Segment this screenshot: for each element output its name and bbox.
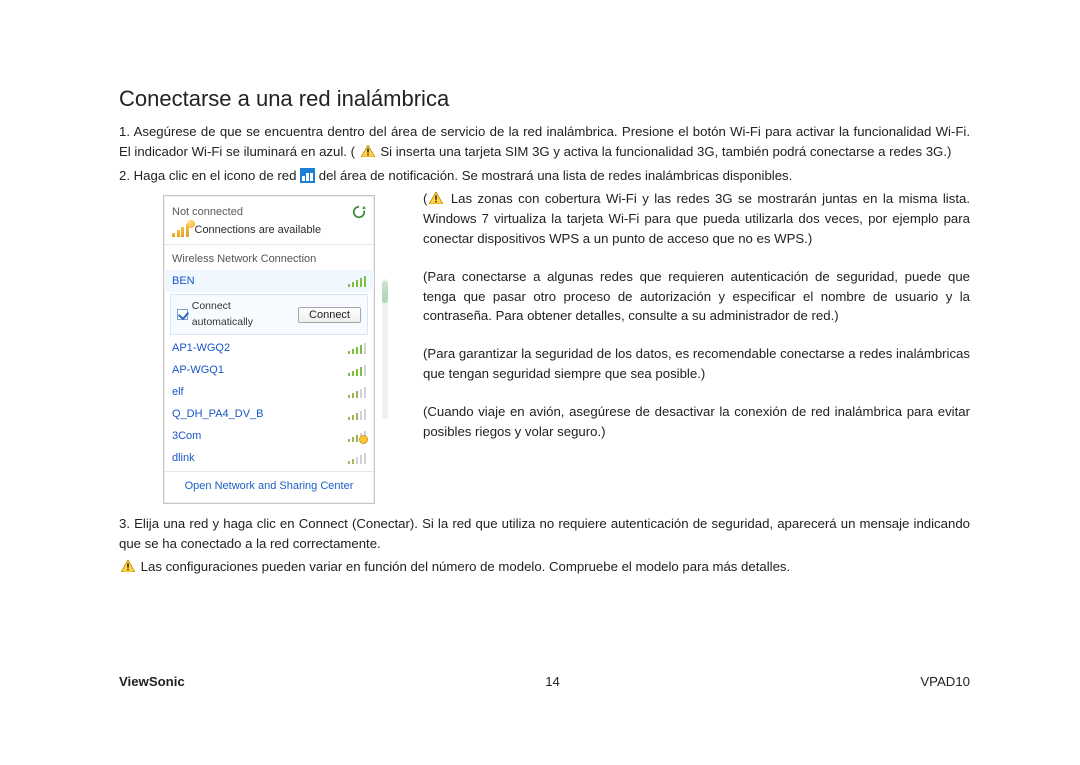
footer-model: VPAD10 (920, 674, 970, 689)
signal-bars-icon (348, 408, 367, 420)
open-network-center-link[interactable]: Open Network and Sharing Center (164, 471, 374, 503)
note-auth: (Para conectarse a algunas redes que req… (423, 267, 970, 326)
step-1b: Si inserta una tarjeta SIM 3G y activa l… (380, 144, 951, 159)
step-2b: del área de notificación. Se mostrará un… (319, 168, 793, 183)
network-name: dlink (172, 450, 195, 467)
p3b: Las zonas con cobertura Wi-Fi y las rede… (423, 191, 970, 246)
p8: Las configuraciones pueden variar en fun… (137, 559, 790, 574)
footer-page-number: 14 (545, 674, 560, 689)
network-name: Q_DH_PA4_DV_B (172, 406, 264, 423)
network-item[interactable]: 3Com (164, 425, 374, 447)
page-footer: ViewSonic 14 VPAD10 (119, 674, 970, 689)
note-models: Las configuraciones pueden variar en fun… (119, 557, 970, 577)
warning-icon (361, 143, 375, 155)
network-item[interactable]: dlink (164, 447, 374, 469)
network-name: AP-WGQ1 (172, 362, 224, 379)
network-flyout: Not connected Connections are available … (163, 195, 375, 504)
network-item[interactable]: BEN (164, 270, 374, 292)
warning-icon (429, 190, 443, 202)
not-connected-label: Not connected (172, 204, 243, 221)
note-wifi-3g: ( Las zonas con cobertura Wi-Fi y las re… (423, 189, 970, 248)
signal-bars-icon (348, 342, 367, 354)
network-tray-icon (300, 168, 315, 183)
p3a: ( (423, 191, 427, 206)
note-security: (Para garantizar la seguridad de los dat… (423, 344, 970, 384)
page-title: Conectarse a una red inalámbrica (119, 86, 970, 112)
connect-automatically-checkbox[interactable]: Connect automatically (177, 299, 292, 331)
connections-available-label: Connections are available (195, 222, 322, 239)
step-3-text: 3. Elija una red y haga clic en Connect … (119, 514, 970, 554)
network-item[interactable]: elf (164, 381, 374, 403)
network-name: elf (172, 384, 184, 401)
network-name: 3Com (172, 428, 201, 445)
signal-bars-icon (348, 452, 367, 464)
wireless-section-label: Wireless Network Connection (164, 247, 374, 270)
signal-bars-icon (348, 386, 367, 398)
network-item[interactable]: Q_DH_PA4_DV_B (164, 403, 374, 425)
signal-bars-icon (348, 275, 367, 287)
checkbox-icon (177, 309, 188, 320)
connect-panel: Connect automatically Connect (170, 294, 368, 336)
scrollbar-thumb[interactable] (382, 281, 388, 303)
signal-bars-icon (348, 430, 367, 442)
warning-icon (121, 558, 135, 570)
connect-automatically-label: Connect automatically (192, 299, 292, 331)
network-name: AP1-WGQ2 (172, 340, 230, 357)
network-item[interactable]: AP1-WGQ2 (164, 337, 374, 359)
network-item[interactable]: AP-WGQ1 (164, 359, 374, 381)
step-2-text: 2. Haga clic en el icono de red del área… (119, 166, 970, 186)
step-1-text: 1. Asegúrese de que se encuentra dentro … (119, 122, 970, 162)
refresh-icon[interactable] (352, 205, 366, 219)
network-list: BEN Connect automatically Connect (164, 270, 374, 470)
signal-bars-icon (348, 364, 367, 376)
network-name: BEN (172, 273, 195, 290)
footer-brand: ViewSonic (119, 674, 185, 689)
connect-button[interactable]: Connect (298, 307, 361, 323)
note-airplane: (Cuando viaje en avión, asegúrese de des… (423, 402, 970, 442)
signal-available-icon (172, 223, 189, 237)
step-2a: 2. Haga clic en el icono de red (119, 168, 300, 183)
network-flyout-figure: Not connected Connections are available … (163, 195, 391, 504)
